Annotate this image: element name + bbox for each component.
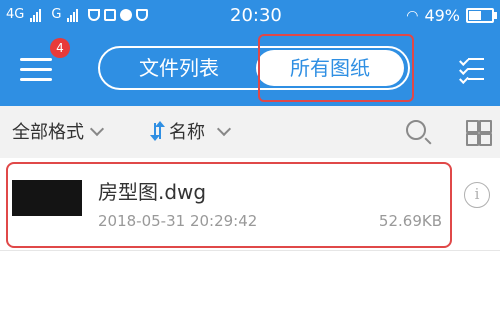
sort-control[interactable]: 名称 — [150, 118, 232, 144]
chevron-down-icon — [89, 121, 105, 137]
menu-icon[interactable] — [20, 50, 52, 86]
clock: 20:30 — [230, 5, 282, 26]
app-bar: 4 文件列表 所有图纸 — [0, 32, 500, 106]
signal-icon — [30, 8, 42, 22]
list-item[interactable]: 房型图.dwg 2018-05-31 20:29:42 52.69KB — [0, 158, 500, 250]
sort-icon — [150, 121, 165, 141]
chevron-down-icon — [216, 121, 232, 137]
tab-file-list[interactable]: 文件列表 — [104, 50, 254, 86]
carrier-4g: 4G — [6, 7, 25, 22]
sort-label: 名称 — [169, 122, 205, 143]
grid-view-icon[interactable] — [466, 120, 492, 146]
format-filter[interactable]: 全部格式 — [12, 118, 105, 144]
chat-icon — [120, 8, 133, 21]
status-right: ◠ 49% — [406, 6, 497, 25]
file-highlight-box — [6, 162, 452, 248]
format-filter-label: 全部格式 — [12, 122, 84, 143]
divider — [0, 250, 500, 251]
checklist-icon[interactable] — [459, 50, 484, 86]
info-icon[interactable]: i — [464, 182, 490, 208]
battery-icon — [466, 8, 497, 23]
status-bar: 4G G 20:30 ◠ 49% — [0, 0, 500, 32]
search-icon[interactable] — [406, 120, 426, 140]
shield-icon — [136, 8, 149, 21]
filter-bar: 全部格式 名称 — [0, 106, 500, 158]
battery-percent: 49% — [424, 6, 460, 25]
notification-icon — [104, 8, 117, 21]
notification-badge: 4 — [50, 38, 70, 58]
usb-icon — [88, 8, 101, 21]
wifi-icon: ◠ — [406, 7, 419, 24]
tab-highlight-box — [258, 34, 414, 102]
carrier-g: G — [51, 7, 62, 22]
signal-area: 4G G — [6, 7, 149, 22]
signal-icon-2 — [67, 8, 79, 22]
